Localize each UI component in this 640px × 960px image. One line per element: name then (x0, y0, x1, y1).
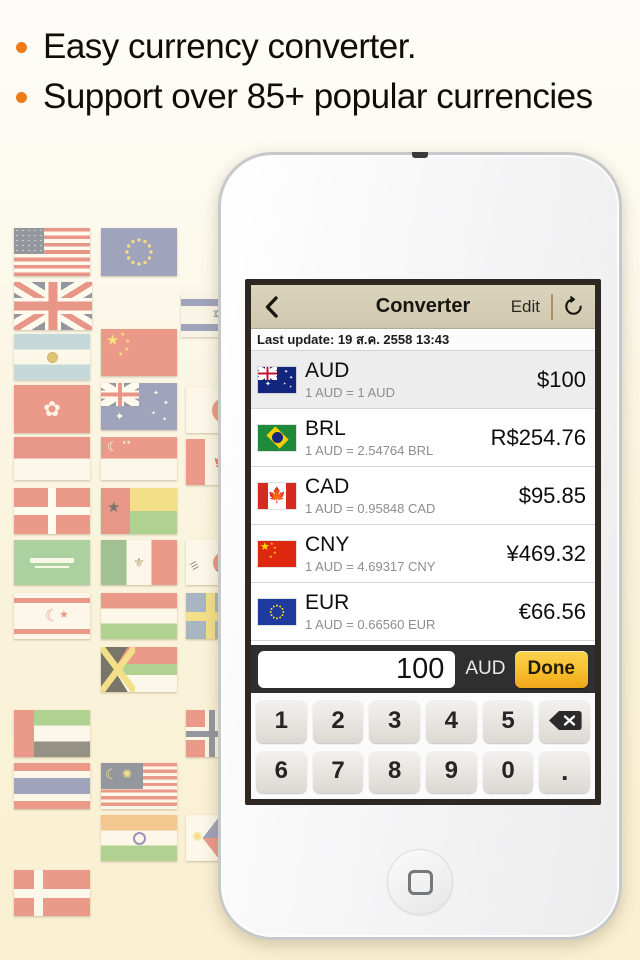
flag-australia-icon: ✦ ✦ ✦ ✦ ✦ (258, 366, 296, 393)
flag-united-arab-emirates (14, 710, 90, 757)
keypad-row-1: 1 2 3 4 5 (256, 699, 591, 743)
key-4[interactable]: 4 (426, 699, 477, 743)
currency-code: CAD (305, 474, 350, 498)
flag-guinea-bissau: ★ (101, 488, 177, 534)
flag-china: ★ ★ ★ ★ ★ (101, 329, 177, 376)
table-row[interactable]: EUR 1 AUD = 0.66560 EUR €66.56 (251, 583, 595, 641)
numeric-keypad: 1 2 3 4 5 6 7 8 9 0 . (251, 693, 595, 799)
currency-rate: 1 AUD = 0.95848 CAD (305, 500, 436, 516)
flag-mexico: ⚜ (101, 540, 177, 585)
flag-india (101, 815, 177, 861)
flag-thailand (14, 763, 90, 809)
navigation-bar: Converter Edit (251, 285, 595, 329)
currency-rate: 1 AUD = 0.66560 EUR (305, 616, 436, 632)
sensor-notch (412, 152, 428, 158)
key-0[interactable]: 0 (482, 749, 534, 793)
key-5[interactable]: 5 (482, 699, 534, 743)
home-square-icon (407, 869, 433, 895)
home-button[interactable] (387, 849, 453, 915)
bullet-text-2: Support over 85+ popular currencies (43, 77, 593, 116)
table-row[interactable]: ★ ★ ★ ★ ★ CNY 1 AUD = 4.69317 CNY ¥469.3… (251, 525, 595, 583)
decimal-key[interactable]: . (539, 749, 591, 793)
bullet-dot-icon (16, 91, 27, 103)
row-text: CAD 1 AUD = 0.95848 CAD (305, 475, 513, 517)
key-7[interactable]: 7 (312, 749, 364, 793)
flag-hungary (101, 593, 177, 639)
currency-code: BRL (305, 416, 346, 440)
last-update-label: Last update: 19 ส.ค. 2558 13:43 (251, 329, 595, 351)
row-text: AUD 1 AUD = 1 AUD (305, 359, 531, 401)
currency-amount: R$254.76 (490, 424, 586, 450)
flag-australia: ✦ ✦ ✦ ✦ ✦ (101, 383, 177, 430)
flag-south-africa (101, 647, 177, 692)
flag-united-states (14, 228, 90, 276)
bullet-line-1: Easy currency converter. (16, 22, 640, 72)
row-text: EUR 1 AUD = 0.66560 EUR (305, 591, 513, 633)
amount-input-bar: 100 AUD Done (251, 645, 595, 693)
currency-rate: 1 AUD = 1 AUD (305, 384, 395, 400)
flag-european-union (101, 228, 177, 276)
flag-united-kingdom (14, 282, 92, 330)
refresh-icon[interactable] (561, 295, 585, 319)
flag-brazil-icon (258, 424, 296, 451)
phone-screen: Converter Edit Last update: 19 ส.ค. 2558… (245, 279, 601, 805)
done-button[interactable]: Done (514, 650, 588, 688)
edit-button[interactable]: Edit (502, 297, 549, 317)
flag-hong-kong: ✿ (14, 385, 90, 433)
currency-amount: $100 (537, 366, 586, 392)
flag-switzerland (14, 488, 90, 534)
flag-malaysia: ☾ ✺ (101, 763, 177, 809)
flag-collage: ✡ ★ ★ ★ ★ ★ ✿ ✦ ✦ ✦ ✦ ✦ (0, 215, 262, 955)
amount-input[interactable]: 100 (258, 650, 456, 688)
flag-saudi-arabia (14, 540, 90, 585)
currency-code: CNY (305, 532, 350, 556)
currency-rate: 1 AUD = 2.54764 BRL (305, 442, 434, 458)
flag-singapore: ☾ ★★ (101, 437, 177, 480)
key-6[interactable]: 6 (256, 749, 307, 793)
key-1[interactable]: 1 (256, 699, 307, 743)
keypad-row-2: 6 7 8 9 0 . (256, 749, 591, 793)
bullet-line-2: Support over 85+ popular currencies (16, 72, 640, 122)
flag-northern-cyprus: ☾ ★ (14, 593, 90, 639)
currency-rate: 1 AUD = 4.69317 CNY (305, 558, 436, 574)
flag-argentina (14, 334, 90, 380)
flag-china-icon: ★ ★ ★ ★ ★ (258, 540, 296, 567)
currency-code: EUR (305, 590, 350, 614)
key-2[interactable]: 2 (312, 699, 364, 743)
flag-european-union-icon (258, 598, 296, 625)
currency-converter-app: Converter Edit Last update: 19 ส.ค. 2558… (251, 285, 595, 799)
phone-device: Converter Edit Last update: 19 ส.ค. 2558… (218, 152, 622, 940)
row-text: BRL 1 AUD = 2.54764 BRL (305, 417, 485, 459)
key-8[interactable]: 8 (369, 749, 421, 793)
key-3[interactable]: 3 (369, 699, 421, 743)
flag-canada-icon: 🍁 (258, 482, 296, 509)
table-row[interactable]: BRL 1 AUD = 2.54764 BRL R$254.76 (251, 409, 595, 467)
flag-denmark (14, 870, 90, 916)
table-row[interactable]: 🍁 CAD 1 AUD = 0.95848 CAD $95.85 (251, 467, 595, 525)
currency-amount: €66.56 (518, 598, 586, 624)
currency-amount: $95.85 (518, 482, 586, 508)
navbar-divider (551, 293, 553, 320)
key-9[interactable]: 9 (426, 749, 477, 793)
headline-bullets: Easy currency converter. Support over 85… (0, 22, 640, 122)
currency-code: AUD (305, 358, 350, 382)
bullet-dot-icon (16, 41, 27, 53)
navbar-right-actions: Edit (502, 293, 595, 320)
backspace-key[interactable] (539, 699, 591, 743)
backspace-icon (548, 710, 582, 731)
back-button[interactable] (251, 295, 291, 318)
currency-amount: ¥469.32 (506, 540, 586, 566)
flag-indonesia (14, 437, 90, 480)
table-row[interactable]: ✦ ✦ ✦ ✦ ✦ AUD 1 AUD = 1 AUD $100 (251, 351, 595, 409)
selected-currency-label: AUD (465, 658, 506, 679)
row-text: CNY 1 AUD = 4.69317 CNY (305, 533, 500, 575)
bullet-text-1: Easy currency converter. (43, 27, 417, 66)
